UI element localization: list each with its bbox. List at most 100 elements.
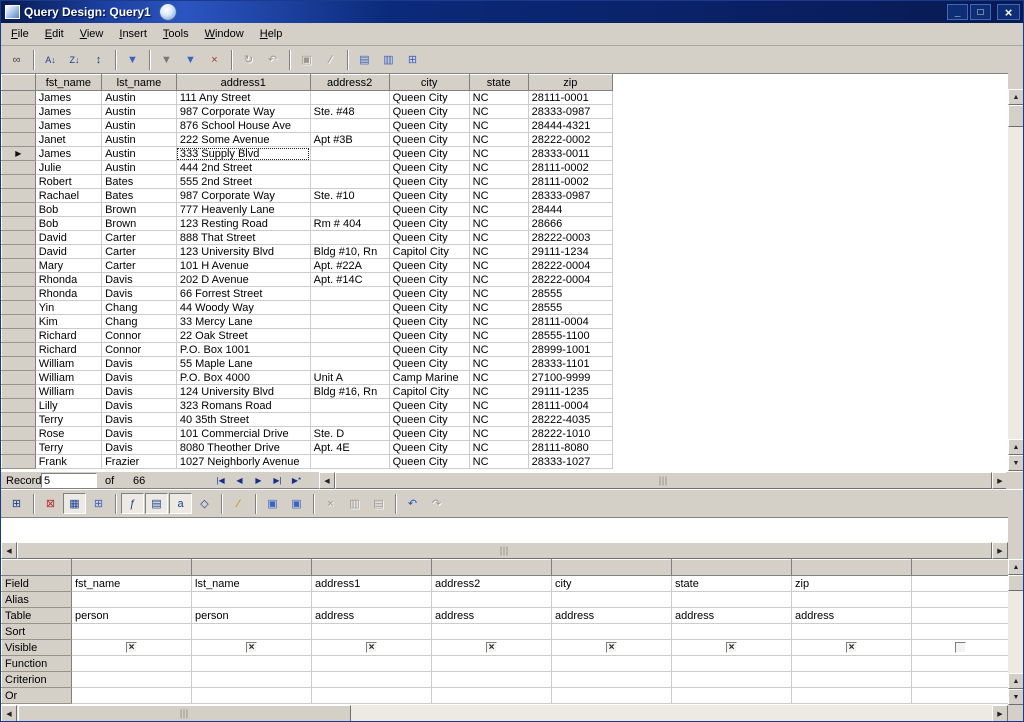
row-selector[interactable]	[2, 287, 36, 301]
column-header-zip[interactable]: zip	[528, 75, 612, 91]
cell[interactable]: Capitol City	[389, 385, 469, 399]
function-cell[interactable]	[72, 656, 192, 672]
edit-query-icon[interactable]: ∕	[227, 493, 250, 514]
alias-cell[interactable]	[72, 592, 192, 608]
visible-cell[interactable]: ×	[672, 640, 792, 656]
cell[interactable]: James	[35, 105, 101, 119]
cell[interactable]: Queen City	[389, 133, 469, 147]
scroll-right-button[interactable]: ▶	[992, 542, 1008, 559]
function-cell[interactable]	[432, 656, 552, 672]
cell[interactable]: Austin	[102, 105, 177, 119]
row-selector[interactable]	[2, 343, 36, 357]
table-cell[interactable]: address	[432, 608, 552, 624]
scroll-down-button[interactable]: ▼	[1008, 689, 1024, 705]
cell[interactable]: 28222-0002	[528, 133, 612, 147]
row-selector[interactable]	[2, 371, 36, 385]
sort-cell[interactable]	[792, 624, 912, 640]
criterion-cell[interactable]	[192, 672, 312, 688]
scroll-up-button[interactable]: ▲	[1008, 559, 1024, 575]
visible-cell[interactable]	[912, 640, 1009, 656]
run-query-icon[interactable]: ▦	[63, 493, 86, 514]
cell[interactable]: Brown	[102, 217, 177, 231]
criterion-cell[interactable]	[912, 672, 1009, 688]
next-record-button[interactable]: ▶	[249, 473, 268, 488]
autofilter-icon[interactable]: ▼	[121, 49, 144, 70]
menu-edit[interactable]: Edit	[37, 25, 72, 43]
visible-checkbox[interactable]: ×	[246, 642, 257, 653]
cell[interactable]: NC	[469, 259, 528, 273]
save-document-icon[interactable]: ▣	[261, 493, 284, 514]
cell[interactable]: Davis	[102, 427, 177, 441]
cell[interactable]: Frazier	[102, 455, 177, 469]
field-cell[interactable]: fst_name	[72, 576, 192, 592]
column-header-city[interactable]: city	[389, 75, 469, 91]
cell[interactable]: NC	[469, 119, 528, 133]
result-grid-hscrollbar[interactable]: ◀ ▶	[319, 472, 1008, 489]
or-cell[interactable]	[912, 688, 1009, 704]
design-column-header[interactable]	[912, 560, 1009, 576]
function-cell[interactable]	[912, 656, 1009, 672]
cell[interactable]: NC	[469, 315, 528, 329]
scroll-left-button[interactable]: ◀	[319, 472, 335, 489]
cell[interactable]: Frank	[35, 455, 101, 469]
alias-cell[interactable]	[672, 592, 792, 608]
or-cell[interactable]	[432, 688, 552, 704]
cell[interactable]: 101 H Avenue	[176, 259, 310, 273]
cell[interactable]: 28333-1101	[528, 357, 612, 371]
cell[interactable]: Austin	[102, 147, 177, 161]
sort-cell[interactable]	[192, 624, 312, 640]
cell[interactable]: NC	[469, 203, 528, 217]
cell[interactable]: Queen City	[389, 259, 469, 273]
cell[interactable]: NC	[469, 133, 528, 147]
sort-cell[interactable]	[312, 624, 432, 640]
cell[interactable]: Austin	[102, 161, 177, 175]
cell[interactable]	[310, 175, 389, 189]
cell[interactable]	[310, 203, 389, 217]
row-selector[interactable]	[2, 105, 36, 119]
or-cell[interactable]	[552, 688, 672, 704]
cell[interactable]: Bates	[102, 189, 177, 203]
cell[interactable]: Queen City	[389, 273, 469, 287]
cell[interactable]: 222 Some Avenue	[176, 133, 310, 147]
cell[interactable]: 28222-0004	[528, 259, 612, 273]
cell[interactable]: 101 Commercial Drive	[176, 427, 310, 441]
cell[interactable]	[310, 91, 389, 105]
cell[interactable]: Bldg #16, Rn	[310, 385, 389, 399]
cell[interactable]: Camp Marine	[389, 371, 469, 385]
cell[interactable]	[310, 119, 389, 133]
cell[interactable]: 28111-8080	[528, 441, 612, 455]
cell[interactable]: P.O. Box 4000	[176, 371, 310, 385]
cell[interactable]: NC	[469, 147, 528, 161]
cell[interactable]: 28111-0004	[528, 399, 612, 413]
cell[interactable]: Chang	[102, 301, 177, 315]
cell[interactable]	[310, 231, 389, 245]
cell[interactable]: 28333-1027	[528, 455, 612, 469]
cell[interactable]: 28111-0002	[528, 175, 612, 189]
cell[interactable]: Bob	[35, 217, 101, 231]
cell[interactable]: Rhonda	[35, 273, 101, 287]
cell[interactable]: NC	[469, 455, 528, 469]
visible-cell[interactable]: ×	[792, 640, 912, 656]
last-record-button[interactable]: ▶|	[268, 473, 287, 488]
table-cell[interactable]: address	[552, 608, 672, 624]
cell[interactable]: NC	[469, 273, 528, 287]
row-selector[interactable]	[2, 385, 36, 399]
cell[interactable]: 55 Maple Lane	[176, 357, 310, 371]
table-cell[interactable]: person	[192, 608, 312, 624]
cell[interactable]: 987 Corporate Way	[176, 189, 310, 203]
alias-cell[interactable]	[912, 592, 1009, 608]
cell[interactable]: 333 Supply Blvd	[176, 147, 310, 161]
cell[interactable]: 444 2nd Street	[176, 161, 310, 175]
table-cell[interactable]: person	[72, 608, 192, 624]
cell[interactable]: NC	[469, 357, 528, 371]
sort-cell[interactable]	[912, 624, 1009, 640]
menu-file[interactable]: File	[3, 25, 37, 43]
criterion-cell[interactable]	[552, 672, 672, 688]
row-selector[interactable]	[2, 133, 36, 147]
scroll-left-button[interactable]: ◀	[1, 705, 17, 722]
cell[interactable]: Brown	[102, 203, 177, 217]
criterion-cell[interactable]	[312, 672, 432, 688]
scroll-right-button[interactable]: ▶	[992, 705, 1008, 722]
cell[interactable]: Bob	[35, 203, 101, 217]
cell[interactable]: Janet	[35, 133, 101, 147]
